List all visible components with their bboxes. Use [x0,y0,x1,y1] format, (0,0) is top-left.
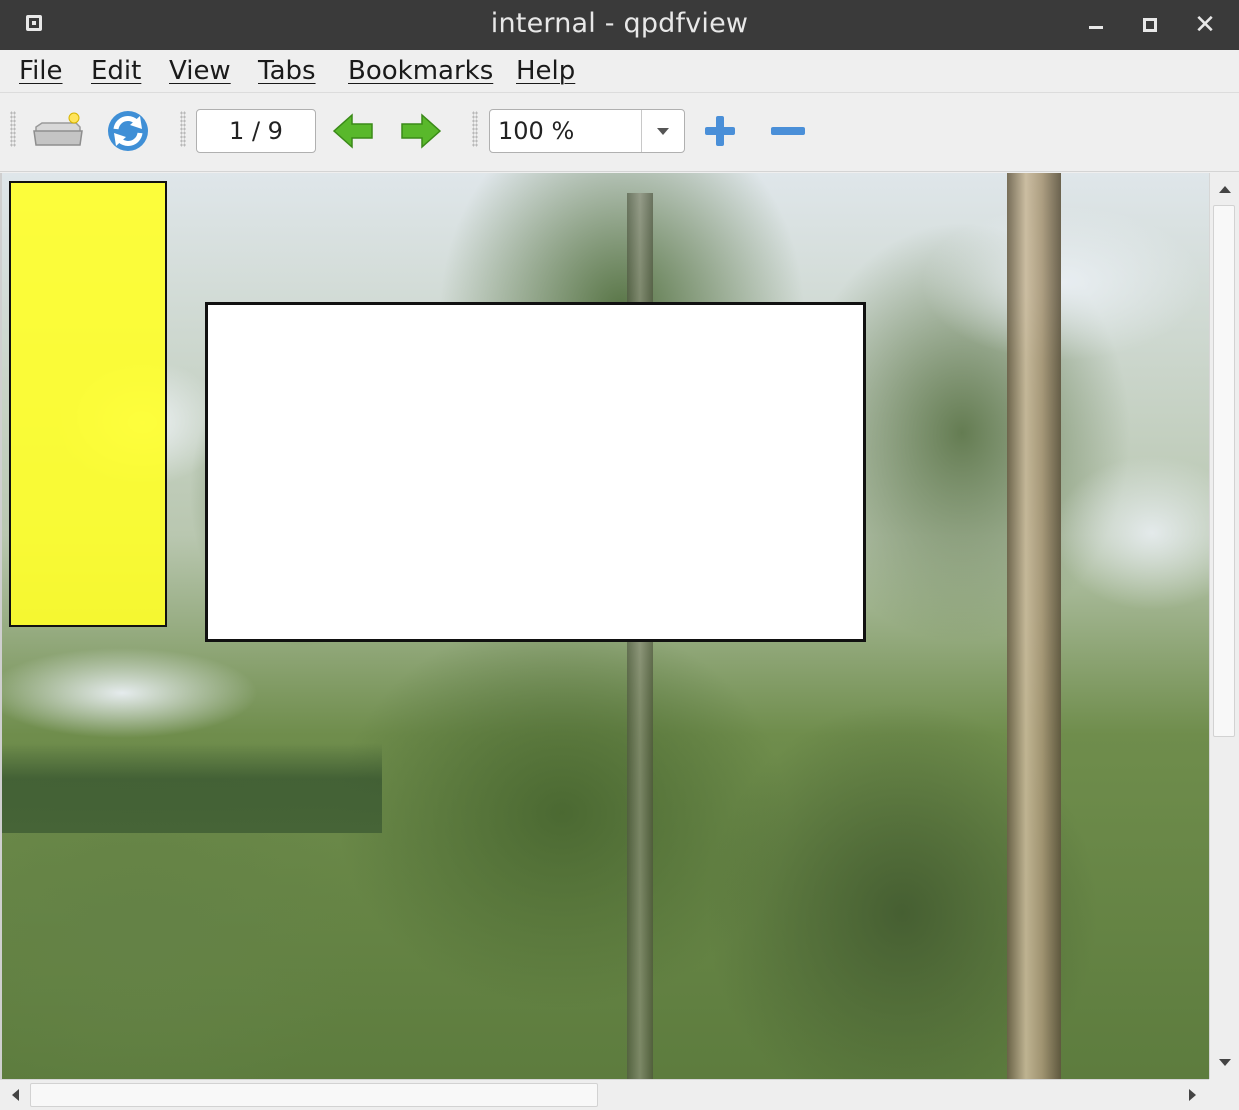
menu-file[interactable]: File [19,50,63,92]
menu-edit[interactable]: Edit [91,50,141,92]
open-folder-icon[interactable] [32,105,84,157]
maximize-icon [1143,18,1157,32]
next-page-icon[interactable] [394,105,446,157]
document-viewport[interactable] [0,173,1209,1079]
minimize-icon [1089,25,1103,29]
zoom-out-icon[interactable] [762,105,814,157]
chevron-down-icon[interactable] [642,110,684,152]
horizontal-scroll-thumb[interactable] [30,1083,598,1107]
maximize-button[interactable] [1130,0,1170,50]
window-title: internal - qpdfview [490,8,749,39]
tree-trunk [1007,173,1061,1079]
menu-bookmarks[interactable]: Bookmarks [348,50,493,92]
refresh-icon[interactable] [102,105,154,157]
scroll-up-icon[interactable] [1212,176,1238,202]
zoom-in-icon[interactable] [694,105,746,157]
toolbar-grip[interactable] [180,111,186,147]
box-annotation[interactable] [205,302,866,642]
vertical-scrollbar[interactable] [1209,173,1239,1079]
toolbar: 1 / 9 100 % [0,93,1239,172]
scrollbar-corner [1209,1079,1239,1110]
menu-help[interactable]: Help [516,50,575,92]
scroll-left-icon[interactable] [2,1082,28,1108]
menu-view[interactable]: View [169,50,231,92]
menubar: File Edit View Tabs Bookmarks Help [0,50,1239,93]
scroll-down-icon[interactable] [1212,1050,1238,1076]
toolbar-grip[interactable] [472,111,478,147]
scroll-right-icon[interactable] [1180,1082,1206,1108]
close-button[interactable]: ✕ [1185,0,1225,50]
minimize-button[interactable] [1076,0,1116,50]
menu-tabs[interactable]: Tabs [258,50,316,92]
vertical-scroll-thumb[interactable] [1213,205,1235,737]
zoom-combobox[interactable]: 100 % [489,109,685,153]
horizontal-scrollbar[interactable] [0,1079,1209,1110]
page-number-input[interactable]: 1 / 9 [196,109,316,153]
close-icon: ✕ [1194,10,1216,40]
toolbar-grip[interactable] [10,111,16,147]
forest-treeline [2,743,382,833]
previous-page-icon[interactable] [328,105,380,157]
highlight-annotation[interactable] [9,181,167,627]
window-titlebar: internal - qpdfview ✕ [0,0,1239,50]
zoom-value[interactable]: 100 % [498,110,574,152]
